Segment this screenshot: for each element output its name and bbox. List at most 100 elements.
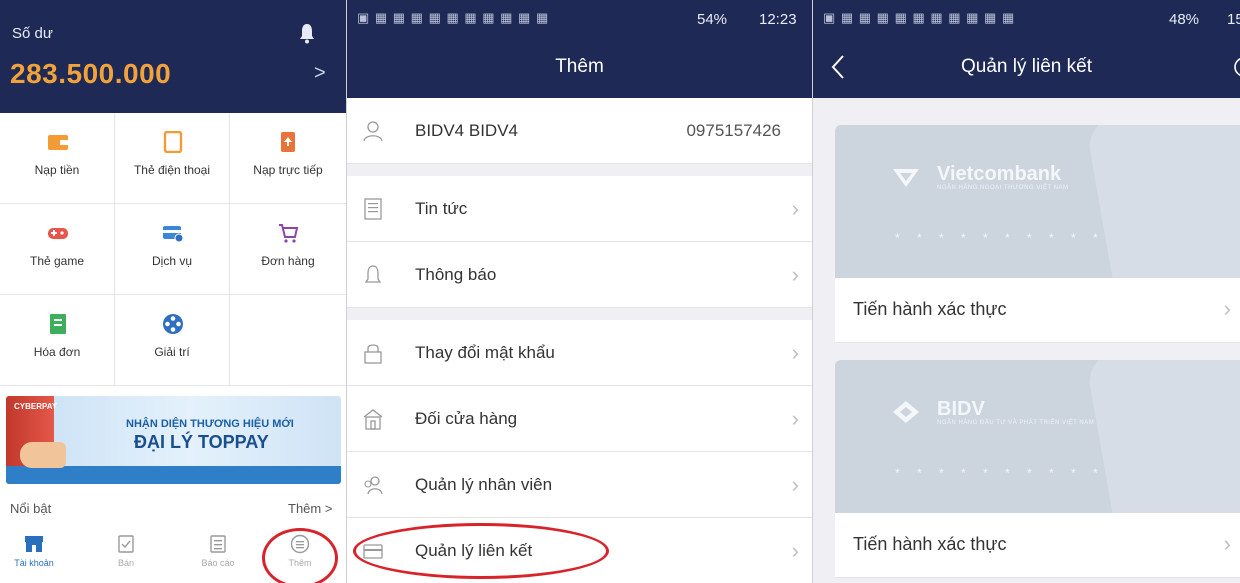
store-icon <box>25 536 43 552</box>
phone-icon <box>163 131 183 153</box>
tab-label: Tài khoản <box>14 558 54 568</box>
nav-bar: Thêm <box>347 38 812 98</box>
film-reel-icon <box>163 314 183 334</box>
verify-button[interactable]: Tiến hành xác thực › <box>835 513 1240 578</box>
nav-bar: Quản lý liên kết <box>813 38 1240 98</box>
bank-name: Vietcombank <box>937 163 1062 185</box>
grid-item-label: Nạp tiền <box>34 163 80 177</box>
linked-accounts-screen: ▣ ▦ ▦ ▦ ▦ ▦ ▦ ▦ ▦ ▦ ▦ 48% 15 Quản lý liê… <box>812 0 1240 583</box>
status-time: 12:23 <box>759 11 797 28</box>
grid-item-dich-vu[interactable]: Dịch vụ <box>115 204 230 295</box>
highlight-ellipse <box>353 523 609 579</box>
user-icon <box>363 121 383 142</box>
banner-hand-image <box>20 442 66 468</box>
banner-title: ĐẠI LÝ TOPPAY <box>134 432 269 452</box>
tab-bao-cao[interactable]: Báo cáo <box>188 528 248 568</box>
bank-name: BIDV <box>937 398 985 420</box>
bill-icon <box>50 314 66 334</box>
balance-amount[interactable]: 283.500.000 <box>10 58 171 90</box>
bidv-logo-icon <box>893 401 919 423</box>
more-screen: ▣ ▦ ▦ ▦ ▦ ▦ ▦ ▦ ▦ ▦ ▦ 54% 12:23 Thêm BID… <box>346 0 812 583</box>
menu-item-tin-tuc[interactable]: Tin tức › <box>347 176 812 242</box>
banner-floor <box>6 466 341 484</box>
news-icon <box>364 198 382 220</box>
menu-item-label: Tin tức <box>415 199 468 218</box>
wallet-icon <box>48 135 68 150</box>
balance-label: Số dư <box>12 25 53 42</box>
service-grid: Nạp tiền Thẻ điện thoại Nạp trực tiếp Th… <box>0 113 346 388</box>
checklist-icon <box>118 535 134 553</box>
status-bar: ▣ ▦ ▦ ▦ ▦ ▦ ▦ ▦ ▦ ▦ ▦ 48% 15 <box>813 0 1240 38</box>
shop-icon <box>363 409 383 430</box>
tab-label: Bán <box>117 558 134 568</box>
grid-item-the-game[interactable]: Thẻ game <box>0 204 115 295</box>
bank-card-bidv: BIDV NGÂN HÀNG ĐẦU TƯ VÀ PHÁT TRIỂN VIỆT… <box>835 360 1240 578</box>
chevron-right-icon[interactable]: > <box>314 62 326 85</box>
notification-icons: ▣ ▦ ▦ ▦ ▦ ▦ ▦ ▦ ▦ ▦ ▦ <box>357 10 550 25</box>
bank-subtitle: NGÂN HÀNG NGOẠI THƯƠNG VIỆT NAM <box>937 185 1069 191</box>
vietcombank-logo-icon <box>893 169 919 187</box>
chevron-right-icon: › <box>791 340 799 365</box>
cart-icon <box>279 224 299 243</box>
promo-banner[interactable]: CYBERPAY NHẬN DIỆN THƯƠNG HIỆU MỚI ĐẠI L… <box>6 396 341 484</box>
profile-phone: 0975157426 <box>686 121 781 140</box>
masked-card-number: * * * * * * * * * * <box>895 466 1105 480</box>
grid-item-the-dien-thoai[interactable]: Thẻ điện thoại <box>115 113 230 204</box>
tab-tai-khoan[interactable]: Tài khoản <box>4 528 64 568</box>
grid-item-label: Đơn hàng <box>261 254 315 268</box>
grid-item-label: Thẻ điện thoại <box>133 163 211 177</box>
verify-label: Tiến hành xác thực <box>853 534 1007 554</box>
grid-item-hoa-don[interactable]: Hóa đơn <box>0 295 115 386</box>
featured-label: Nổi bật <box>10 501 52 516</box>
banner-headline: NHẬN DIỆN THƯƠNG HIỆU MỚI <box>126 418 294 430</box>
masked-card-number: * * * * * * * * * * <box>895 231 1105 245</box>
chevron-right-icon: › <box>791 538 799 563</box>
grid-item-label: Hóa đơn <box>33 345 81 359</box>
gamepad-icon <box>48 228 68 239</box>
notification-icons: ▣ ▦ ▦ ▦ ▦ ▦ ▦ ▦ ▦ ▦ ▦ <box>823 10 1016 25</box>
verify-button[interactable]: Tiến hành xác thực › <box>835 278 1240 343</box>
lock-icon <box>364 344 382 364</box>
bank-card-vietcombank: Vietcombank NGÂN HÀNG NGOẠI THƯƠNG VIỆT … <box>835 125 1240 343</box>
menu-item-thay-doi-mat-khau[interactable]: Thay đổi mật khẩu › <box>347 320 812 386</box>
home-screen: Số dư 283.500.000 > Nạp tiền Thẻ điện th… <box>0 0 346 583</box>
grid-item-label: Thẻ game <box>29 254 85 268</box>
page-title: Thêm <box>555 56 604 77</box>
card-service-icon <box>163 226 184 243</box>
page-title: Quản lý liên kết <box>961 56 1092 77</box>
card-face: BIDV NGÂN HÀNG ĐẦU TƯ VÀ PHÁT TRIỂN VIỆT… <box>835 360 1240 513</box>
menu-item-label: Đối cửa hàng <box>415 409 518 428</box>
chevron-right-icon: › <box>791 472 799 497</box>
tab-label: Báo cáo <box>201 558 235 568</box>
bell-outline-icon <box>364 265 382 283</box>
tab-ban[interactable]: Bán <box>96 528 156 568</box>
grid-item-nap-tien[interactable]: Nạp tiền <box>0 113 115 204</box>
add-circle-icon[interactable] <box>1233 56 1240 78</box>
profile-name: BIDV4 BIDV4 <box>415 121 518 140</box>
balance-header: Số dư 283.500.000 > <box>0 0 346 113</box>
status-time: 15 <box>1227 11 1240 28</box>
menu-group-1: Tin tức › Thông báo › <box>347 176 812 308</box>
verify-label: Tiến hành xác thực <box>853 299 1007 319</box>
menu-item-label: Quản lý nhân viên <box>415 475 553 494</box>
grid-item-empty <box>230 295 346 386</box>
profile-section: BIDV4 BIDV4 0975157426 <box>347 98 812 164</box>
bottom-tab-bar: Tài khoản Bán Báo cáo Thêm <box>0 528 346 583</box>
grid-item-label: Dịch vụ <box>151 254 192 268</box>
menu-item-label: Thông báo <box>415 265 497 284</box>
more-link[interactable]: Thêm > <box>288 501 332 516</box>
profile-row[interactable]: BIDV4 BIDV4 0975157426 <box>347 98 812 164</box>
grid-item-giai-tri[interactable]: Giải trí <box>115 295 230 386</box>
bell-icon[interactable] <box>298 22 316 44</box>
menu-item-quan-ly-nhan-vien[interactable]: Quản lý nhân viên › <box>347 452 812 518</box>
grid-item-nap-truc-tiep[interactable]: Nạp trực tiếp <box>230 113 346 204</box>
grid-item-don-hang[interactable]: Đơn hàng <box>230 204 346 295</box>
report-icon <box>210 535 226 553</box>
staff-icon <box>364 476 383 495</box>
card-watermark <box>1085 125 1240 278</box>
chevron-right-icon: › <box>1223 531 1231 556</box>
highlight-circle <box>262 528 338 583</box>
grid-item-label: Giải trí <box>154 345 190 359</box>
menu-item-thong-bao[interactable]: Thông báo › <box>347 242 812 308</box>
menu-item-doi-cua-hang[interactable]: Đối cửa hàng › <box>347 386 812 452</box>
